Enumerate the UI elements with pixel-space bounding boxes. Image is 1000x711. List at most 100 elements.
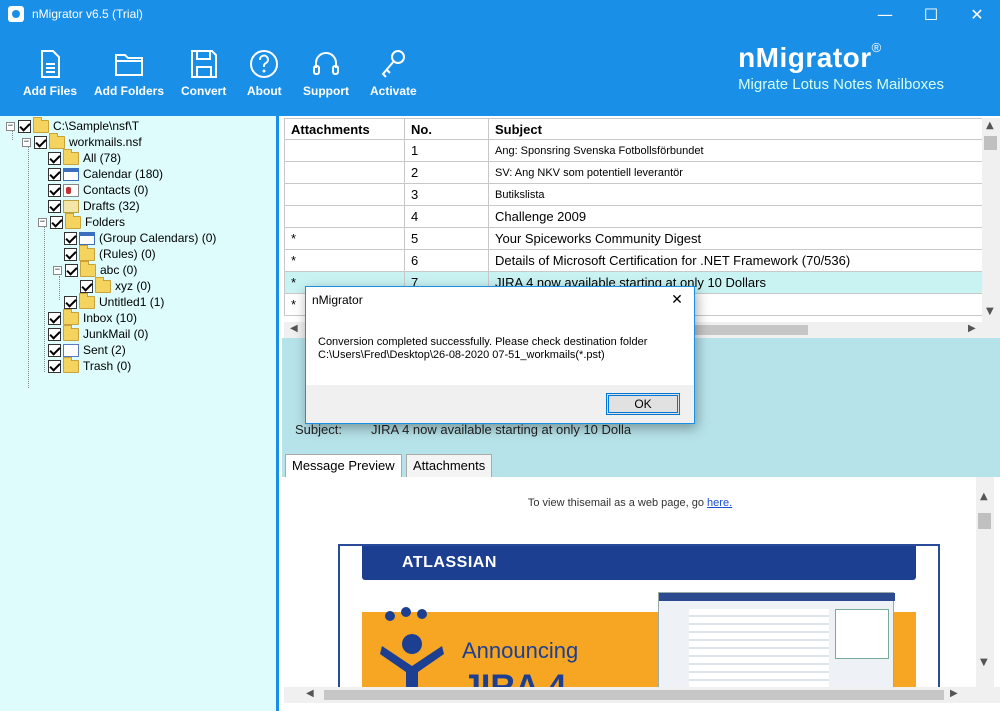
number-cell: 2 (404, 161, 489, 184)
tree-item-sent[interactable]: Sent (2) (48, 342, 126, 358)
scroll-right-icon[interactable]: ▶ (950, 688, 958, 699)
tree-root[interactable]: − C:\Sample\nsf\T (6, 116, 139, 134)
attachments-cell: * (284, 249, 405, 272)
subject-cell: Your Spiceworks Community Digest (488, 227, 982, 250)
tree-item-calendar-label: Calendar (180) (83, 167, 164, 181)
web-view-link[interactable]: here. (707, 497, 732, 509)
checkbox-file[interactable] (34, 135, 47, 149)
maximize-button[interactable]: ☐ (908, 0, 954, 28)
tree-item-drafts-label: Drafts (32) (83, 199, 140, 213)
tree-item-junkmail-label: JunkMail (0) (83, 327, 149, 341)
checkbox-abc[interactable] (65, 263, 78, 277)
collapse-icon[interactable]: − (6, 121, 15, 131)
tree-item-abc-label: abc (0) (100, 263, 138, 277)
atlassian-logo: ATLASSIAN (402, 554, 497, 571)
scroll-up-icon[interactable]: ▲ (986, 120, 994, 131)
attachments-cell: * (284, 227, 405, 250)
collapse-icon[interactable]: − (38, 217, 47, 227)
subject-cell: Ang: Sponsring Svenska Fotbollsförbundet (488, 139, 982, 162)
subject-cell: Challenge 2009 (488, 205, 982, 228)
grid-vertical-scrollbar[interactable]: ▲ ▼ (982, 118, 1000, 322)
collapse-icon[interactable]: − (22, 137, 31, 147)
column-subject[interactable]: Subject (488, 118, 982, 140)
tree-item-folders[interactable]: − Folders (38, 212, 125, 230)
checkbox-group-calendars[interactable] (64, 231, 77, 245)
table-row[interactable]: * 6 Details of Microsoft Certification for… (284, 249, 982, 272)
scroll-left-icon[interactable]: ◀ (306, 688, 314, 699)
tree-item-trash-label: Trash (0) (83, 359, 132, 373)
tree-item-inbox-label: Inbox (10) (83, 311, 138, 325)
window-title: nMigrator v6.5 (Trial) (32, 7, 143, 21)
ok-button[interactable]: OK (606, 393, 680, 415)
table-row[interactable]: * 5 Your Spiceworks Community Digest (284, 227, 982, 250)
scroll-thumb[interactable] (324, 690, 944, 700)
preview-horizontal-scrollbar[interactable]: ◀ ▶ (284, 687, 1000, 703)
inbox-icon (63, 308, 79, 325)
number-cell: 4 (404, 205, 489, 228)
scroll-down-icon[interactable]: ▼ (986, 306, 994, 317)
dialog-close-button[interactable]: ✕ (660, 287, 694, 313)
add-folders-button[interactable]: Add Folders (94, 48, 164, 98)
number-cell: 5 (404, 227, 489, 250)
tree-file[interactable]: − workmails.nsf (22, 132, 142, 150)
preview-vertical-scrollbar[interactable]: ▲ ▼ (976, 477, 994, 687)
minimize-button[interactable]: — (862, 0, 908, 28)
tree-item-calendar[interactable]: Calendar (180) (48, 166, 163, 182)
about-label: About (247, 84, 282, 98)
tab-message-preview[interactable]: Message Preview (285, 454, 402, 477)
tab-attachments[interactable]: Attachments (406, 454, 493, 477)
tree-item-group-calendars-label: (Group Calendars) (0) (99, 231, 217, 245)
brand-name-text: nMigrator (738, 42, 872, 73)
column-no[interactable]: No. (404, 118, 489, 140)
table-row[interactable]: 2 SV: Ang NKV som potentiell leverantör (284, 161, 982, 184)
tree-item-junkmail[interactable]: JunkMail (0) (48, 324, 149, 342)
subject-cell: SV: Ang NKV som potentiell leverantör (488, 161, 982, 184)
tree-item-xyz[interactable]: xyz (0) (80, 276, 151, 294)
scroll-right-icon[interactable]: ▶ (968, 323, 976, 334)
checkbox-xyz[interactable] (80, 279, 93, 293)
table-row[interactable]: 4 Challenge 2009 (284, 205, 982, 228)
activate-button[interactable]: Activate (370, 48, 417, 98)
tree-item-contacts[interactable]: Contacts (0) (48, 182, 148, 198)
support-button[interactable]: Support (303, 48, 349, 98)
column-attachments[interactable]: Attachments (284, 118, 405, 140)
folder-icon (63, 324, 79, 341)
subject-value: JIRA 4 now available starting at only 10… (371, 422, 632, 437)
scroll-down-icon[interactable]: ▼ (980, 657, 988, 668)
scroll-up-icon[interactable]: ▲ (980, 491, 988, 502)
checkbox-folders[interactable] (50, 215, 63, 229)
app-icon (8, 6, 24, 22)
tree-item-inbox[interactable]: Inbox (10) (48, 308, 138, 326)
scroll-left-icon[interactable]: ◀ (290, 323, 298, 334)
checkbox-untitled1[interactable] (64, 295, 77, 309)
folder-icon (80, 260, 96, 277)
checkbox-calendar[interactable] (48, 167, 61, 181)
tree-item-rules[interactable]: (Rules) (0) (64, 244, 156, 262)
convert-button[interactable]: Convert (181, 48, 226, 98)
close-button[interactable]: ✕ (954, 0, 1000, 28)
web-view-line: To view thisemail as a web page, go here… (284, 497, 976, 509)
checkbox-inbox[interactable] (48, 311, 61, 325)
jira-title: JIRA 4 (462, 668, 567, 687)
collapse-icon[interactable]: − (53, 265, 62, 275)
checkbox-trash[interactable] (48, 359, 61, 373)
scroll-thumb[interactable] (978, 513, 991, 529)
checkbox-drafts[interactable] (48, 199, 61, 213)
checkbox-all[interactable] (48, 151, 61, 165)
tree-item-drafts[interactable]: Drafts (32) (48, 198, 140, 214)
folder-tree: − C:\Sample\nsf\T − workmails.nsf All (7… (0, 116, 279, 711)
table-row[interactable]: 3 Butikslista (284, 183, 982, 206)
tree-item-all[interactable]: All (78) (48, 148, 121, 166)
checkbox-contacts[interactable] (48, 183, 61, 197)
checkbox-sent[interactable] (48, 343, 61, 357)
tree-item-untitled1[interactable]: Untitled1 (1) (64, 292, 164, 310)
checkbox-root[interactable] (18, 119, 31, 133)
add-files-button[interactable]: Add Files (23, 48, 77, 98)
checkbox-rules[interactable] (64, 247, 77, 261)
about-button[interactable]: About (247, 48, 282, 98)
tree-item-trash[interactable]: Trash (0) (48, 356, 132, 374)
checkbox-junkmail[interactable] (48, 327, 61, 341)
scroll-thumb[interactable] (984, 136, 997, 150)
table-row[interactable]: 1 Ang: Sponsring Svenska Fotbollsförbunde… (284, 139, 982, 162)
tree-file-label: workmails.nsf (69, 135, 142, 149)
